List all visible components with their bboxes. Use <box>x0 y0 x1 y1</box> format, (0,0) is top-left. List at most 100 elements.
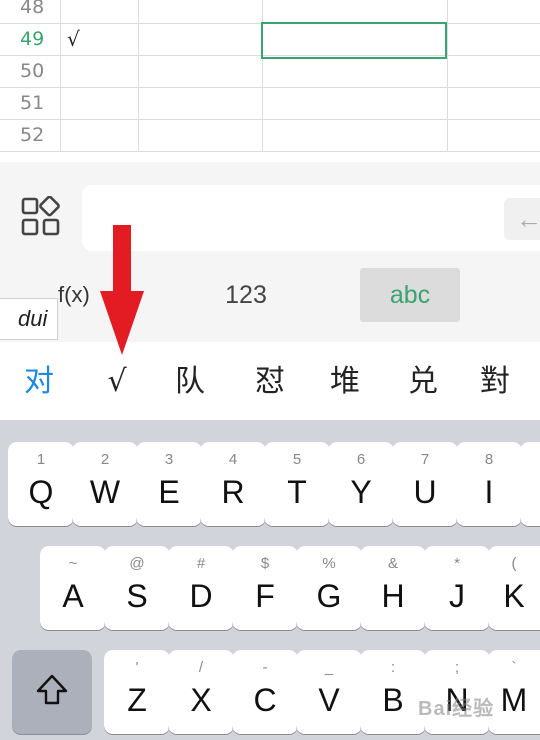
annotation-arrow <box>100 225 144 355</box>
key-h[interactable]: & H <box>360 546 426 630</box>
cell-c52[interactable] <box>262 120 447 151</box>
key-t[interactable]: 5T <box>264 442 330 526</box>
key-hint: 7 <box>420 451 430 468</box>
cell-a51[interactable] <box>60 88 138 119</box>
key-hint: : <box>390 659 396 676</box>
watermark: Bai经验 <box>418 698 495 720</box>
cell-d52[interactable] <box>447 120 540 151</box>
row-number: 51 <box>20 92 45 114</box>
key-q[interactable]: 1Q <box>8 442 74 526</box>
key-r[interactable]: 4R <box>200 442 266 526</box>
cell-d50[interactable] <box>447 56 540 87</box>
row-number: 52 <box>20 124 45 146</box>
key-e[interactable]: 3E <box>136 442 202 526</box>
row-number: 49 <box>20 28 45 50</box>
key-y[interactable]: 6Y <box>328 442 394 526</box>
cell-d49[interactable] <box>447 24 540 55</box>
key-c[interactable]: -C <box>232 650 298 734</box>
key-hint: / <box>198 659 204 676</box>
candidate-check[interactable]: √ <box>92 362 142 402</box>
sheet-row-48[interactable]: 48 <box>0 0 540 24</box>
key-k[interactable]: (K <box>488 546 540 630</box>
key-hint: # <box>196 555 206 572</box>
key-hint: 2 <box>100 451 110 468</box>
key-o-partial[interactable] <box>520 442 540 526</box>
sheet-row-52[interactable]: 52 <box>0 120 540 152</box>
key-hint: @ <box>129 555 145 572</box>
back-arrow-icon[interactable]: ← <box>504 198 540 240</box>
key-hint: 4 <box>228 451 238 468</box>
cell-b52[interactable] <box>138 120 262 151</box>
formula-panel: ← f(x) 123 abc <box>0 162 540 342</box>
key-g[interactable]: % G <box>296 546 362 630</box>
cell-d51[interactable] <box>447 88 540 119</box>
key-hint: ; <box>454 659 460 676</box>
key-a[interactable]: ~ A <box>40 546 106 630</box>
shift-arrow-icon <box>36 674 68 705</box>
cell-b50[interactable] <box>138 56 262 87</box>
cell-a52[interactable] <box>60 120 138 151</box>
key-f[interactable]: $ F <box>232 546 298 630</box>
key-z[interactable]: ' Z <box>104 650 170 734</box>
key-d[interactable]: # D <box>168 546 234 630</box>
key-hint: * <box>454 555 460 572</box>
key-letter: Q <box>28 474 54 510</box>
key-i[interactable]: 8I <box>456 442 522 526</box>
cell-c48[interactable] <box>262 0 447 23</box>
key-letter: K <box>503 578 525 614</box>
key-letter: X <box>190 682 212 718</box>
cell-a48[interactable] <box>60 0 138 23</box>
key-hint: $ <box>260 555 270 572</box>
key-hint: 3 <box>164 451 174 468</box>
key-j[interactable]: * J <box>424 546 490 630</box>
formula-input[interactable] <box>82 185 540 251</box>
key-letter: I <box>484 474 494 510</box>
key-letter: Z <box>127 682 147 718</box>
shift-key[interactable] <box>12 650 92 734</box>
sheet-row-50[interactable]: 50 <box>0 56 540 88</box>
key-hint: 8 <box>484 451 494 468</box>
key-letter: Y <box>350 474 372 510</box>
cell-b48[interactable] <box>138 0 262 23</box>
candidate-dui-traditional[interactable]: 對 <box>470 362 520 402</box>
key-s[interactable]: @ S <box>104 546 170 630</box>
candidate-bar: 对 √ 队 怼 堆 兑 對 <box>0 342 540 420</box>
selected-cell-outline[interactable] <box>261 22 447 59</box>
key-u[interactable]: 7U <box>392 442 458 526</box>
cell-a50[interactable] <box>60 56 138 87</box>
key-letter: E <box>158 474 180 510</box>
grid-icon[interactable] <box>20 195 62 238</box>
candidate-dui-pile[interactable]: 堆 <box>320 362 370 402</box>
candidate-dui-team[interactable]: 队 <box>165 362 215 402</box>
cell-a49[interactable]: √ <box>60 24 138 55</box>
candidate-dui[interactable]: 对 <box>14 362 64 402</box>
key-letter: C <box>253 682 277 718</box>
key-hint: ' <box>135 659 139 676</box>
key-hint: & <box>387 555 398 572</box>
key-hint: ` <box>511 659 517 676</box>
tab-numbers[interactable]: 123 <box>190 268 302 322</box>
key-letter: W <box>89 474 121 510</box>
cell-d48[interactable] <box>447 0 540 23</box>
key-hint: ~ <box>68 555 78 572</box>
key-letter: G <box>316 578 342 614</box>
sheet-row-51[interactable]: 51 <box>0 88 540 120</box>
key-b[interactable]: :B <box>360 650 426 734</box>
candidate-dui-resent[interactable]: 怼 <box>245 362 295 402</box>
cell-b49[interactable] <box>138 24 262 55</box>
key-hint: 5 <box>292 451 302 468</box>
key-w[interactable]: 2W <box>72 442 138 526</box>
key-letter: V <box>318 682 340 718</box>
key-letter: A <box>62 578 84 614</box>
key-x[interactable]: / X <box>168 650 234 734</box>
key-m[interactable]: ` M <box>488 650 540 734</box>
tab-letters[interactable]: abc <box>360 268 460 322</box>
cell-c50[interactable] <box>262 56 447 87</box>
cell-c51[interactable] <box>262 88 447 119</box>
key-letter: S <box>126 578 148 614</box>
row-number: 50 <box>20 60 45 82</box>
cell-b51[interactable] <box>138 88 262 119</box>
key-hint: - <box>262 659 268 676</box>
candidate-dui-exchange[interactable]: 兑 <box>398 362 448 402</box>
key-v[interactable]: _ V <box>296 650 362 734</box>
